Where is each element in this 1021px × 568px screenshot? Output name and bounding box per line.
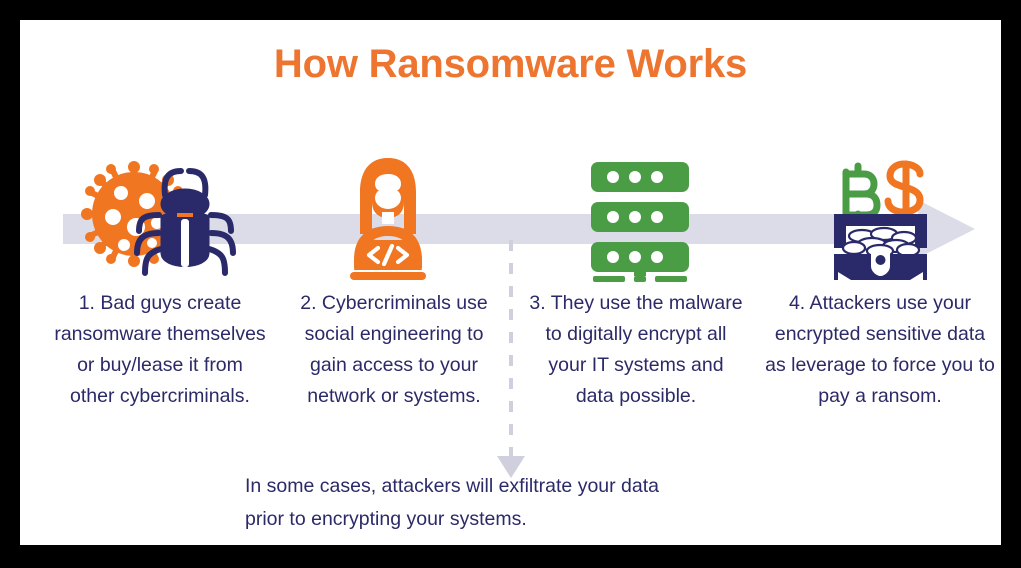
- step-3-text: 3. They use the malware to digitally enc…: [514, 288, 758, 412]
- step-1-line-1: 1. Bad guys create: [78, 292, 242, 314]
- step-4-line-2: encrypted sensitive data: [774, 323, 986, 345]
- branch-note-line-1: In some cases, attackers will exfiltrate…: [245, 475, 660, 497]
- infographic-canvas: How Ransomware Works 1. Bad guys create …: [20, 20, 1001, 545]
- step-4-line-1: 4. Attackers use your: [788, 292, 972, 314]
- chest-keyhole: [875, 255, 885, 265]
- step-2-line-4: network or systems.: [307, 385, 481, 407]
- bug-neck: [177, 213, 193, 217]
- step-3-line-1: 3. They use the malware: [529, 292, 743, 314]
- step-4-line-4: pay a ransom.: [818, 385, 942, 407]
- step-2-text: 2. Cybercriminals use social engineering…: [272, 288, 516, 412]
- step-4-line-3: as leverage to force you to: [765, 354, 995, 376]
- step-3-line-2: to digitally encrypt all: [545, 323, 727, 345]
- step-2-line-2: social engineering to: [304, 323, 484, 345]
- server-rack-icon: [520, 147, 760, 282]
- bug-stripe: [181, 219, 189, 267]
- face-lower: [375, 187, 401, 209]
- step-1-line-3: or buy/lease it from: [77, 354, 243, 376]
- treasure-chest-icon: [760, 147, 1000, 282]
- step-1-line-2: ransomware themselves: [54, 323, 266, 345]
- step-3-line-4: data possible.: [575, 385, 697, 407]
- page-title: How Ransomware Works: [273, 42, 748, 86]
- step-3-line-3: your IT systems and: [548, 354, 724, 376]
- step-2-line-1: 2. Cybercriminals use: [300, 292, 488, 314]
- laptop-base: [350, 272, 426, 280]
- branch-note-text: In some cases, attackers will exfiltrate…: [245, 470, 765, 536]
- virus-bug-icon: [42, 147, 282, 282]
- bitcoin-icon: [842, 162, 880, 226]
- step-1-text: 1. Bad guys create ransomware themselves…: [38, 288, 282, 412]
- step-4-text: 4. Attackers use your encrypted sensitiv…: [758, 288, 1001, 412]
- neck: [382, 212, 394, 224]
- hacker-laptop-icon: [268, 147, 508, 282]
- step-1-line-4: other cybercriminals.: [70, 385, 250, 407]
- branch-note-line-2: prior to encrypting your systems.: [245, 508, 527, 530]
- step-2-line-3: gain access to your: [309, 354, 478, 376]
- outer-frame: How Ransomware Works 1. Bad guys create …: [0, 0, 1021, 568]
